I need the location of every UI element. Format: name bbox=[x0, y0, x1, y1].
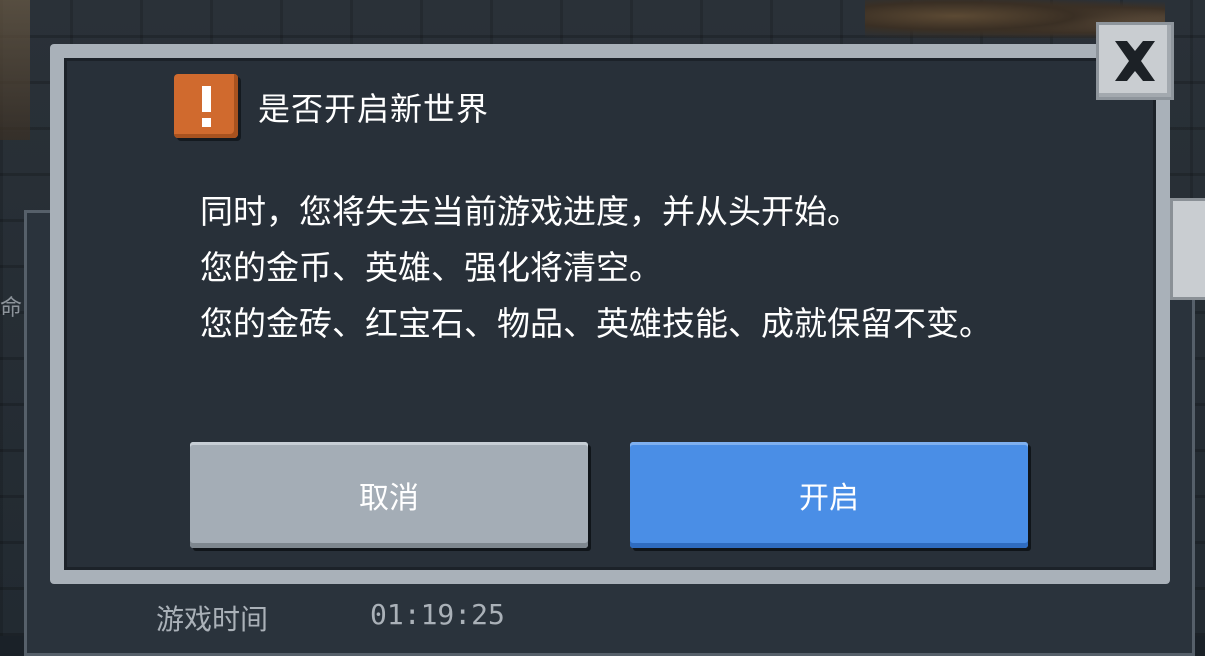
background-panel-close-button bbox=[1170, 198, 1205, 300]
background-left-text: 命 bbox=[0, 296, 23, 321]
play-time-value: 01:19:25 bbox=[370, 598, 505, 631]
confirm-button[interactable]: 开启 bbox=[630, 442, 1028, 548]
message-line-2: 您的金币、英雄、强化将清空。 bbox=[200, 248, 662, 287]
cancel-button[interactable]: 取消 bbox=[190, 442, 588, 548]
dialog-message: 同时，您将失去当前游戏进度，并从头开始。 您的金币、英雄、强化将清空。 您的金砖… bbox=[200, 184, 1080, 352]
dialog-title: 是否开启新世界 bbox=[258, 90, 490, 128]
close-icon bbox=[1115, 41, 1155, 81]
background-decoration-left bbox=[0, 0, 30, 140]
warning-icon bbox=[174, 74, 238, 138]
close-button[interactable] bbox=[1096, 22, 1174, 100]
play-time-label: 游戏时间 bbox=[156, 603, 269, 636]
message-line-3: 您的金砖、红宝石、物品、英雄技能、成就保留不变。 bbox=[200, 304, 992, 343]
message-line-1: 同时，您将失去当前游戏进度，并从头开始。 bbox=[200, 192, 860, 231]
